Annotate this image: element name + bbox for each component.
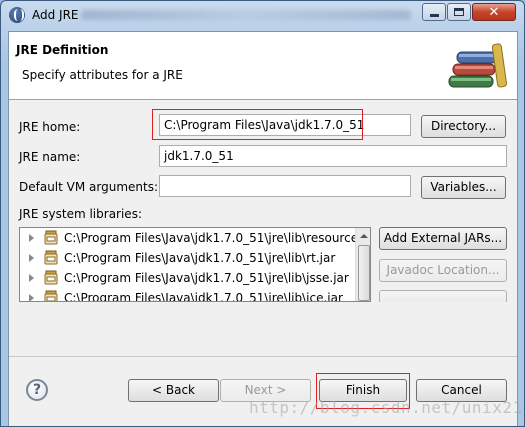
library-path: C:\Program Files\Java\jdk1.7.0_51\jre\li… bbox=[64, 251, 336, 265]
list-item[interactable]: C:\Program Files\Java\jdk1.7.0_51\jre\li… bbox=[20, 268, 355, 288]
directory-button[interactable]: Directory... bbox=[421, 115, 506, 138]
list-item[interactable]: C:\Program Files\Java\jdk1.7.0_51\jre\li… bbox=[20, 228, 359, 248]
jre-name-field[interactable]: jdk1.7.0_51 bbox=[159, 145, 507, 167]
add-jre-dialog: Add JRE ✕ JRE Definition Specify attribu… bbox=[0, 0, 525, 427]
list-item[interactable]: C:\Program Files\Java\jdk1.7.0_51\jre\li… bbox=[20, 248, 355, 268]
library-path: C:\Program Files\Java\jdk1.7.0_51\jre\li… bbox=[64, 291, 343, 302]
maximize-button[interactable] bbox=[447, 3, 471, 21]
jar-icon bbox=[44, 270, 58, 285]
variables-button[interactable]: Variables... bbox=[421, 176, 506, 199]
page-description: Specify attributes for a JRE bbox=[22, 68, 183, 82]
dialog-client-area: JRE Definition Specify attributes for a … bbox=[8, 31, 522, 426]
jar-icon bbox=[44, 250, 58, 265]
eclipse-icon bbox=[9, 7, 25, 23]
jar-icon bbox=[44, 290, 58, 301]
window-title: Add JRE bbox=[32, 8, 79, 22]
help-icon[interactable]: ? bbox=[26, 379, 48, 401]
library-path: C:\Program Files\Java\jdk1.7.0_51\jre\li… bbox=[64, 271, 349, 285]
jar-icon bbox=[44, 230, 58, 245]
jre-home-label: JRE home: bbox=[19, 120, 81, 134]
vertical-scrollbar[interactable] bbox=[355, 228, 370, 301]
scroll-thumb[interactable] bbox=[358, 245, 370, 301]
libraries-label: JRE system libraries: bbox=[19, 207, 142, 221]
libraries-list[interactable]: C:\Program Files\Java\jdk1.7.0_51\jre\li… bbox=[19, 227, 371, 302]
page-title: JRE Definition bbox=[16, 43, 109, 57]
expand-arrow-icon[interactable] bbox=[29, 294, 34, 301]
expand-arrow-icon[interactable] bbox=[29, 274, 34, 282]
close-button[interactable]: ✕ bbox=[472, 3, 516, 21]
expand-arrow-icon[interactable] bbox=[29, 254, 34, 262]
close-icon: ✕ bbox=[488, 4, 500, 20]
vm-args-label: Default VM arguments: bbox=[19, 180, 159, 194]
scroll-up-icon[interactable] bbox=[356, 228, 370, 244]
vm-args-field[interactable] bbox=[159, 175, 411, 197]
wizard-header: JRE Definition Specify attributes for a … bbox=[9, 32, 517, 100]
minimize-icon bbox=[429, 13, 439, 17]
jre-home-highlight bbox=[152, 109, 363, 140]
blurred-title-region bbox=[81, 10, 411, 20]
list-item[interactable]: C:\Program Files\Java\jdk1.7.0_51\jre\li… bbox=[20, 288, 355, 302]
title-bar[interactable]: Add JRE ✕ bbox=[1, 1, 524, 31]
library-path: C:\Program Files\Java\jdk1.7.0_51\jre\li… bbox=[64, 231, 359, 245]
back-button[interactable]: < Back bbox=[128, 379, 219, 402]
partially-hidden-button[interactable] bbox=[379, 290, 507, 302]
javadoc-location-button[interactable]: Javadoc Location... bbox=[379, 259, 507, 282]
jre-name-label: JRE name: bbox=[19, 150, 81, 164]
expand-arrow-icon[interactable] bbox=[29, 234, 34, 242]
books-library-icon bbox=[448, 43, 507, 88]
minimize-button[interactable] bbox=[422, 3, 446, 21]
footer-separator bbox=[9, 356, 517, 357]
watermark-text: http://blog.csdn.net/unix21 bbox=[249, 398, 523, 417]
add-external-jars-button[interactable]: Add External JARs... bbox=[379, 227, 507, 250]
maximize-icon bbox=[454, 8, 464, 16]
